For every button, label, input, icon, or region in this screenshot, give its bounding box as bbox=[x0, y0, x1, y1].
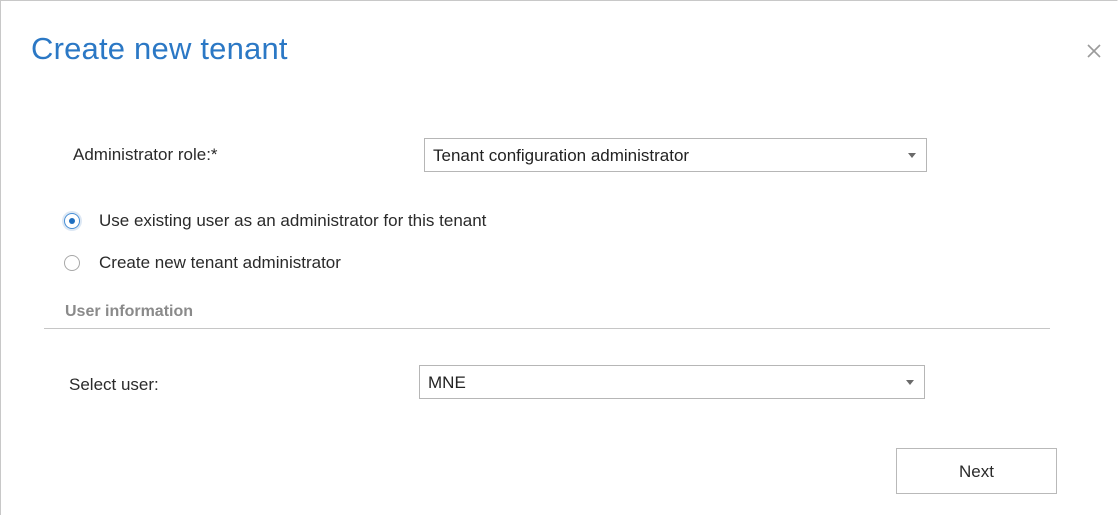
radio-use-existing-label: Use existing user as an administrator fo… bbox=[99, 211, 487, 230]
admin-role-label: Administrator role:* bbox=[73, 145, 218, 164]
admin-role-select[interactable]: Tenant configuration administrator bbox=[424, 138, 927, 172]
radio-use-existing-user[interactable]: Use existing user as an administrator fo… bbox=[61, 211, 601, 235]
section-divider bbox=[44, 328, 1050, 329]
radio-button-unchecked[interactable] bbox=[64, 255, 80, 271]
create-tenant-dialog: Create new tenant Administrator role:* T… bbox=[0, 0, 1118, 515]
user-information-heading: User information bbox=[65, 303, 194, 320]
close-icon[interactable] bbox=[1084, 41, 1104, 61]
radio-button-checked[interactable] bbox=[64, 213, 80, 229]
radio-create-new-label: Create new tenant administrator bbox=[99, 253, 341, 272]
select-user-value: MNE bbox=[428, 373, 466, 392]
chevron-down-icon bbox=[906, 380, 914, 385]
select-user-dropdown[interactable]: MNE bbox=[419, 365, 925, 399]
admin-role-value: Tenant configuration administrator bbox=[433, 146, 690, 165]
radio-create-new-admin[interactable]: Create new tenant administrator bbox=[61, 253, 421, 277]
chevron-down-icon bbox=[908, 153, 916, 158]
dialog-title: Create new tenant bbox=[31, 31, 288, 66]
next-button[interactable]: Next bbox=[896, 448, 1057, 494]
select-user-label: Select user: bbox=[69, 375, 159, 394]
